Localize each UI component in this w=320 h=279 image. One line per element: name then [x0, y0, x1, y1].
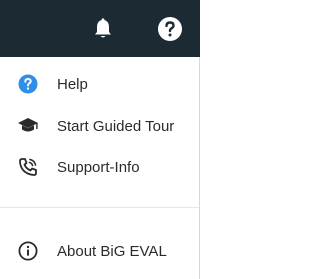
- notifications-button[interactable]: [88, 14, 118, 44]
- graduation-cap-icon: [16, 114, 40, 138]
- phone-icon: [16, 155, 40, 179]
- menu-item-label: Start Guided Tour: [57, 117, 175, 135]
- top-app-bar: [0, 0, 200, 57]
- help-circle-icon: [16, 72, 40, 96]
- menu-item-support-info[interactable]: Support-Info: [0, 147, 199, 187]
- menu-item-start-guided-tour[interactable]: Start Guided Tour: [0, 106, 199, 146]
- menu-item-label: Help: [57, 75, 88, 93]
- bell-icon: [95, 18, 111, 38]
- info-circle-icon: [16, 239, 40, 263]
- menu-item-help[interactable]: Help: [0, 64, 199, 104]
- help-dropdown-menu: Help Start Guided Tour Support-Info Abou…: [0, 57, 200, 279]
- menu-item-label: Support-Info: [57, 158, 140, 176]
- help-circle-icon: [158, 17, 182, 41]
- help-menu-button[interactable]: [155, 14, 185, 44]
- menu-item-about[interactable]: About BiG EVAL: [0, 231, 199, 271]
- menu-divider: [0, 207, 199, 208]
- menu-item-label: About BiG EVAL: [57, 242, 167, 260]
